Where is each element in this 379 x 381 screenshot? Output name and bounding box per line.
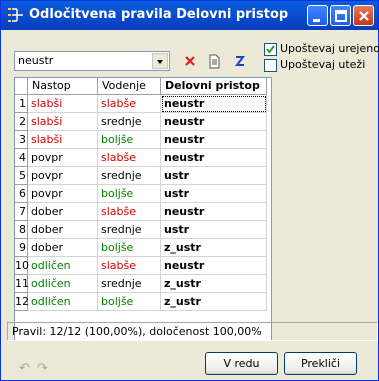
respect-order-label: Upoštevaj urejenost (280, 42, 379, 55)
table-row[interactable]: 7 dober slabše neustr (15, 203, 271, 221)
row-number: 8 (15, 221, 28, 239)
cell-delovni-pristop[interactable]: neustr (161, 149, 267, 167)
cell-vodenje[interactable]: srednje (98, 113, 161, 131)
table-row[interactable]: 12 odličen boljše z_ustr (15, 293, 271, 311)
cell-nastop[interactable]: povpr (28, 149, 98, 167)
cell-delovni-pristop[interactable]: ustr (161, 185, 267, 203)
redo-icon[interactable]: ↷ (37, 361, 48, 376)
checkbox-box[interactable] (264, 59, 277, 72)
cell-nastop[interactable]: odličen (28, 293, 98, 311)
row-number: 10 (15, 257, 29, 275)
corner-header (15, 78, 28, 95)
cell-nastop[interactable]: slabši (28, 95, 98, 113)
cell-vodenje[interactable]: boljše (98, 293, 161, 311)
cell-delovni-pristop[interactable]: ustr (161, 221, 267, 239)
sort-icon[interactable] (231, 52, 249, 70)
table-row[interactable]: 6 povpr boljše ustr (15, 185, 271, 203)
cancel-button[interactable]: Prekliči (284, 352, 357, 375)
table-row[interactable]: 3 slabši boljše neustr (15, 131, 271, 149)
checkbox-box[interactable] (264, 43, 277, 56)
rules-table[interactable]: Nastop Vodenje Delovni pristop 1 slabši sl… (14, 77, 272, 341)
value-combo[interactable]: neustr (14, 51, 170, 71)
respect-weights-label: Upoštevaj uteži (280, 58, 366, 71)
cancel-label: Prekliči (300, 357, 341, 370)
row-number: 7 (15, 203, 28, 221)
document-icon[interactable] (205, 52, 223, 70)
cell-nastop[interactable]: povpr (28, 167, 98, 185)
cell-delovni-pristop[interactable]: neustr (161, 131, 267, 149)
cell-vodenje[interactable]: slabše (98, 149, 161, 167)
cell-vodenje[interactable]: slabše (98, 257, 161, 275)
table-row[interactable]: 9 dober boljše z_ustr (15, 239, 271, 257)
rules-window: Odločitvena pravila Delovni pristop neus… (0, 0, 379, 381)
maximize-icon (335, 10, 347, 22)
row-number: 11 (15, 275, 29, 293)
row-number: 2 (15, 113, 28, 131)
cell-delovni-pristop[interactable]: ustr (161, 167, 267, 185)
row-number: 12 (15, 293, 29, 311)
respect-order-checkbox[interactable]: Upoštevaj urejenost (264, 42, 379, 57)
table-row[interactable]: 2 slabši srednje neustr (15, 113, 271, 131)
cell-nastop[interactable]: odličen (28, 257, 98, 275)
close-button[interactable] (353, 5, 374, 26)
cell-delovni-pristop[interactable]: z_ustr (161, 293, 267, 311)
cell-delovni-pristop[interactable]: z_ustr (161, 239, 267, 257)
undo-icon[interactable]: ↶ (19, 361, 30, 376)
column-header-nastop[interactable]: Nastop (28, 78, 98, 95)
cell-vodenje[interactable]: slabše (98, 203, 161, 221)
cell-vodenje[interactable]: slabše (98, 95, 161, 113)
ok-label: V redu (223, 357, 260, 370)
minimize-button[interactable] (307, 5, 328, 26)
respect-weights-checkbox[interactable]: Upoštevaj uteži (264, 58, 379, 73)
cell-nastop[interactable]: dober (28, 239, 98, 257)
cell-nastop[interactable]: slabši (28, 113, 98, 131)
combo-value: neustr (18, 54, 54, 67)
cell-nastop[interactable]: odličen (28, 275, 98, 293)
row-number: 4 (15, 149, 28, 167)
cell-delovni-pristop[interactable]: neustr (161, 203, 267, 221)
status-bar: Pravil: 12/12 (100,00%), določenost 100,… (7, 322, 378, 341)
cell-nastop[interactable]: povpr (28, 185, 98, 203)
row-number: 5 (15, 167, 28, 185)
row-number: 6 (15, 185, 28, 203)
dialog-client: neustr Upoštevaj urejenost Upoštevaj ute… (4, 30, 379, 379)
cell-vodenje[interactable]: boljše (98, 131, 161, 149)
cell-vodenje[interactable]: srednje (98, 275, 161, 293)
cell-nastop[interactable]: dober (28, 203, 98, 221)
row-number: 1 (15, 95, 28, 113)
cell-vodenje[interactable]: srednje (98, 167, 161, 185)
table-row[interactable]: 1 slabši slabše neustr (15, 95, 271, 113)
table-row[interactable]: 8 dober srednje ustr (15, 221, 271, 239)
column-header-vodenje[interactable]: Vodenje (98, 78, 161, 95)
cell-delovni-pristop[interactable]: neustr (161, 95, 267, 113)
maximize-button[interactable] (330, 5, 351, 26)
delete-icon[interactable] (181, 52, 199, 70)
cell-nastop[interactable]: dober (28, 221, 98, 239)
table-row[interactable]: 11 odličen srednje z_ustr (15, 275, 271, 293)
cell-delovni-pristop[interactable]: neustr (161, 113, 267, 131)
minimize-icon (313, 19, 320, 22)
row-number: 9 (15, 239, 28, 257)
table-row[interactable]: 10 odličen slabše neustr (15, 257, 271, 275)
table-row[interactable]: 4 povpr slabše neustr (15, 149, 271, 167)
cell-delovni-pristop[interactable]: neustr (161, 257, 267, 275)
cell-nastop[interactable]: slabši (28, 131, 98, 149)
table-row[interactable]: 5 povpr srednje ustr (15, 167, 271, 185)
ok-button[interactable]: V redu (205, 352, 278, 375)
cell-vodenje[interactable]: boljše (98, 239, 161, 257)
close-icon (359, 11, 369, 21)
rules-icon (8, 8, 23, 22)
column-header-delovni-pristop[interactable]: Delovni pristop (161, 78, 267, 95)
row-number: 3 (15, 131, 28, 149)
cell-vodenje[interactable]: srednje (98, 221, 161, 239)
cell-vodenje[interactable]: boljše (98, 185, 161, 203)
title-bar[interactable]: Odločitvena pravila Delovni pristop (1, 1, 378, 30)
checkmark-icon (266, 45, 275, 54)
chevron-down-icon[interactable] (152, 53, 168, 69)
cell-delovni-pristop[interactable]: z_ustr (161, 275, 267, 293)
window-title: Odločitvena pravila Delovni pristop (29, 7, 289, 22)
